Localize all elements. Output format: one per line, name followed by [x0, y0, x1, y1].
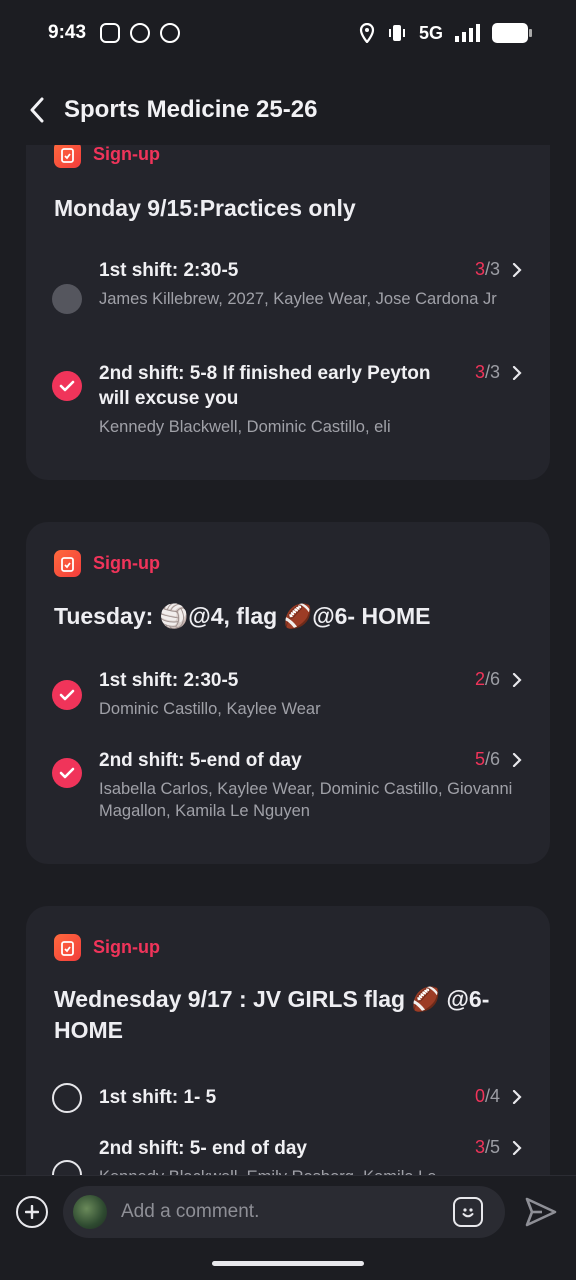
- shift-checkbox[interactable]: [52, 680, 82, 710]
- signup-label: Sign-up: [93, 937, 160, 957]
- add-attachment-button[interactable]: [16, 1195, 48, 1228]
- shift-names: Dominic Castillo, Kaylee Wear: [99, 700, 321, 718]
- instagram-icon: [100, 23, 121, 43]
- battery-icon: [492, 23, 532, 43]
- comment-bar: Add a comment.: [0, 1175, 576, 1247]
- shift-count: 2/6: [474, 669, 500, 689]
- signup-label: Sign-up: [93, 553, 160, 573]
- signup-header: Sign-up: [54, 550, 160, 577]
- shift-names: Kennedy Blackwell, Dominic Castillo, eli: [99, 418, 391, 436]
- signup-card[interactable]: Sign-up Tuesday: 🏐@4, flag 🏈@6- HOME 1st…: [26, 522, 550, 864]
- signup-label: Sign-up: [93, 145, 160, 164]
- shift-title: 1st shift: 2:30-5: [99, 260, 239, 281]
- chevron-right-icon[interactable]: [510, 753, 524, 767]
- shift-names: Isabella Carlos, Kaylee Wear, Dominic Ca…: [99, 780, 513, 820]
- status-bar: 9:43 5G: [0, 0, 576, 66]
- clipboard-icon: [54, 934, 81, 961]
- home-indicator[interactable]: [212, 1261, 364, 1266]
- clipboard-icon: [54, 145, 81, 168]
- card-title: Monday 9/15:Practices only: [54, 195, 356, 221]
- threads-icon: [160, 23, 181, 43]
- comment-placeholder: Add a comment.: [121, 1200, 260, 1222]
- shift-title: 2nd shift: 5-8 If finished early Peyton …: [99, 363, 431, 409]
- send-icon[interactable]: [524, 1195, 558, 1229]
- shift-row[interactable]: 2nd shift: 5-8 If finished early Peyton …: [26, 361, 550, 451]
- shift-count: 0/4: [474, 1086, 500, 1106]
- shift-checkbox[interactable]: [52, 1160, 82, 1175]
- vibrate-icon: [388, 25, 405, 41]
- shift-checkbox[interactable]: [52, 1083, 82, 1113]
- card-title: Wednesday 9/17 : JV GIRLS flag 🏈 @6-HOME: [54, 986, 490, 1043]
- signal-icon: [455, 24, 480, 42]
- back-arrow-icon[interactable]: [22, 95, 52, 125]
- shift-title: 2nd shift: 5-end of day: [99, 750, 302, 771]
- signup-card[interactable]: Sign-up Wednesday 9/17 : JV GIRLS flag 🏈…: [26, 906, 550, 1175]
- shift-title: 1st shift: 2:30-5: [99, 670, 239, 691]
- shift-count: 5/6: [474, 749, 500, 769]
- shift-row[interactable]: 2nd shift: 5-end of day Isabella Carlos,…: [26, 748, 550, 838]
- signup-card[interactable]: Sign-up Monday 9/15:Practices only 1st s…: [26, 145, 550, 480]
- shift-count: 3/3: [474, 259, 500, 279]
- shift-checkbox[interactable]: [52, 371, 82, 401]
- app-header: Sports Medicine 25-26: [0, 80, 576, 140]
- shift-title: 2nd shift: 5- end of day: [99, 1138, 307, 1159]
- signup-header: Sign-up: [54, 145, 160, 168]
- shift-row[interactable]: 1st shift: 2:30-5 James Killebrew, 2027,…: [26, 258, 550, 338]
- shift-row[interactable]: 2nd shift: 5- end of day Kennedy Blackwe…: [26, 1136, 550, 1175]
- chevron-right-icon[interactable]: [510, 263, 524, 277]
- clipboard-icon: [54, 550, 81, 577]
- feed[interactable]: Sign-up Monday 9/15:Practices only 1st s…: [0, 145, 576, 1175]
- shift-names: James Killebrew, 2027, Kaylee Wear, Jose…: [99, 290, 497, 308]
- system-nav-bar: [0, 1247, 576, 1280]
- status-time: 9:43: [48, 22, 87, 43]
- message-icon: [130, 23, 151, 43]
- comment-input[interactable]: Add a comment.: [63, 1185, 505, 1238]
- shift-checkbox[interactable]: [52, 284, 82, 314]
- network-type: 5G: [418, 22, 443, 43]
- shift-count: 3/3: [474, 362, 500, 382]
- chevron-right-icon[interactable]: [510, 1090, 524, 1104]
- chevron-right-icon[interactable]: [510, 1141, 524, 1155]
- chevron-right-icon[interactable]: [510, 673, 524, 687]
- chevron-right-icon[interactable]: [510, 366, 524, 380]
- shift-row[interactable]: 1st shift: 1- 5 0/4: [26, 1081, 550, 1121]
- signup-header: Sign-up: [54, 934, 160, 961]
- shift-checkbox[interactable]: [52, 758, 82, 788]
- plus-icon: [25, 1204, 39, 1219]
- page-title: Sports Medicine 25-26: [64, 96, 318, 123]
- shift-title: 1st shift: 1- 5: [99, 1087, 217, 1108]
- card-title: Tuesday: 🏐@4, flag 🏈@6- HOME: [54, 603, 431, 629]
- location-icon: [359, 23, 375, 43]
- shift-count: 3/5: [474, 1137, 500, 1157]
- shift-names: Kennedy Blackwell, Emily Rosborg, Kamila…: [99, 1166, 519, 1175]
- emoji-button[interactable]: [453, 1196, 483, 1227]
- smiley-icon: [462, 1207, 474, 1217]
- avatar: [73, 1194, 107, 1229]
- shift-row[interactable]: 1st shift: 2:30-5 Dominic Castillo, Kayl…: [26, 668, 550, 728]
